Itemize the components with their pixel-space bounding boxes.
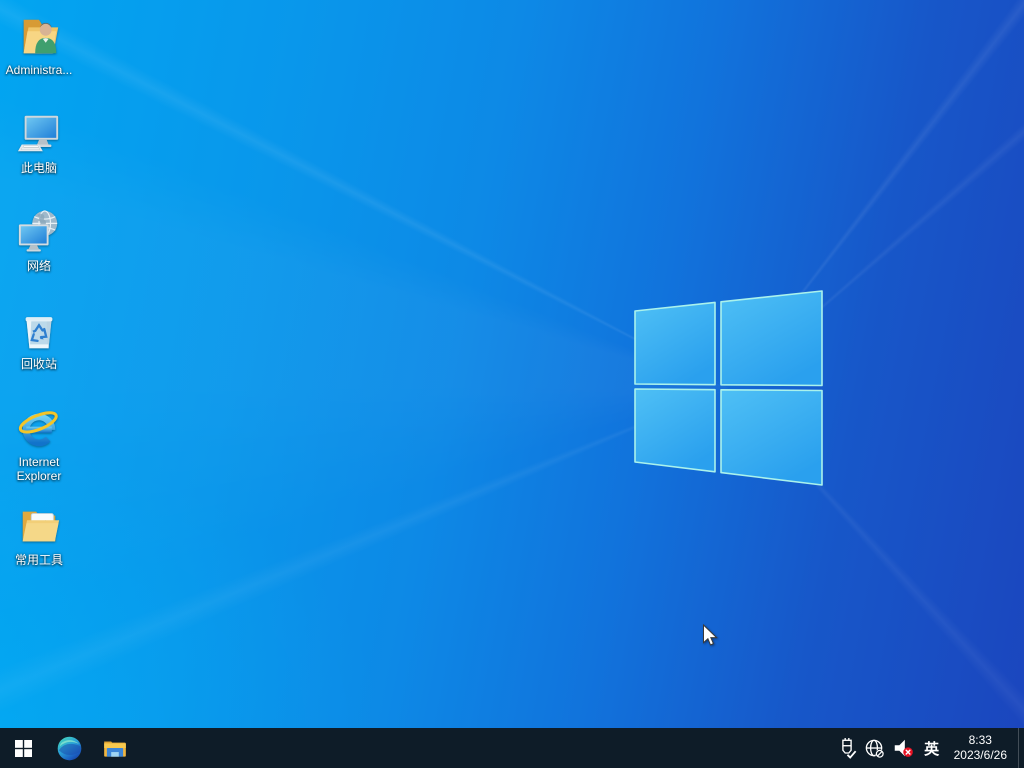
windows-wallpaper-logo bbox=[634, 290, 823, 486]
network-offline-globe-icon[interactable] bbox=[862, 728, 888, 768]
desktop-icon-administrator[interactable]: Administra... bbox=[5, 10, 73, 77]
desktop-icon-network[interactable]: 网络 bbox=[5, 206, 73, 273]
system-tray: 英 8:33 2023/6/26 bbox=[834, 728, 1024, 768]
volume-muted-icon[interactable] bbox=[890, 728, 916, 768]
desktop-icon-this-pc[interactable]: 此电脑 bbox=[5, 108, 73, 175]
desktop-icon-recycle-bin[interactable]: 回收站 bbox=[5, 304, 73, 371]
desktop-icon-common-tools[interactable]: 常用工具 bbox=[5, 500, 73, 567]
desktop-icon-label: 此电脑 bbox=[20, 161, 57, 175]
this-pc-icon bbox=[15, 110, 63, 158]
clock-date: 2023/6/26 bbox=[953, 748, 1007, 762]
desktop-icon-label: 回收站 bbox=[20, 357, 57, 371]
taskbar-app-edge[interactable] bbox=[46, 728, 92, 768]
desktop-wallpaper: Administra... 此电脑 网络 回收站 Internet Explor… bbox=[0, 0, 1024, 728]
file-explorer-icon bbox=[104, 741, 126, 757]
common-tools-folder-icon bbox=[15, 502, 63, 550]
taskbar-app-file-explorer[interactable] bbox=[92, 728, 138, 768]
desktop-icon-label: Administra... bbox=[5, 63, 73, 77]
clock-time: 8:33 bbox=[968, 733, 992, 747]
taskbar-clock[interactable]: 8:33 2023/6/26 bbox=[948, 728, 1016, 768]
desktop-icon-label: Internet Explorer bbox=[16, 455, 62, 483]
show-desktop-button[interactable] bbox=[1018, 728, 1024, 768]
start-button[interactable] bbox=[0, 728, 46, 768]
windows-start-icon bbox=[14, 739, 32, 757]
taskbar: 英 8:33 2023/6/26 bbox=[0, 728, 1024, 768]
administrator-folder-icon bbox=[15, 12, 63, 60]
input-method-indicator[interactable]: 英 bbox=[918, 728, 946, 768]
usb-device-icon[interactable] bbox=[834, 728, 860, 768]
network-icon bbox=[15, 208, 63, 256]
desktop-icon-label: 常用工具 bbox=[14, 553, 63, 567]
microsoft-edge-icon bbox=[57, 736, 81, 760]
desktop-icon-internet-explorer[interactable]: Internet Explorer bbox=[5, 402, 73, 483]
desktop-icon-label: 网络 bbox=[26, 259, 51, 273]
internet-explorer-icon bbox=[15, 404, 63, 452]
recycle-bin-icon bbox=[15, 306, 63, 354]
